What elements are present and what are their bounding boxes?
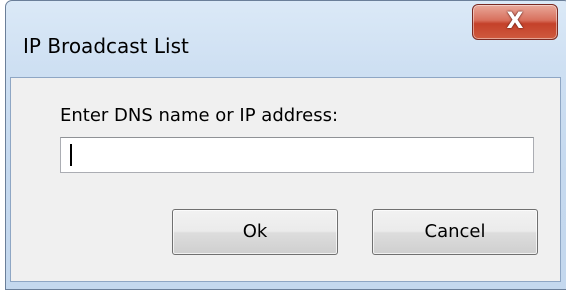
- close-button[interactable]: X: [472, 4, 558, 40]
- address-prompt-label: Enter DNS name or IP address:: [60, 105, 339, 126]
- window-title: IP Broadcast List: [23, 34, 189, 58]
- text-caret: [70, 144, 72, 166]
- dialog-body: Enter DNS name or IP address: Ok Cancel: [10, 77, 561, 282]
- ok-button[interactable]: Ok: [172, 209, 338, 255]
- cancel-button[interactable]: Cancel: [372, 209, 538, 255]
- dialog-window: IP Broadcast List X Enter DNS name or IP…: [5, 0, 566, 290]
- close-icon: X: [506, 9, 524, 34]
- title-bar[interactable]: IP Broadcast List X: [6, 1, 566, 77]
- address-input[interactable]: [60, 137, 534, 173]
